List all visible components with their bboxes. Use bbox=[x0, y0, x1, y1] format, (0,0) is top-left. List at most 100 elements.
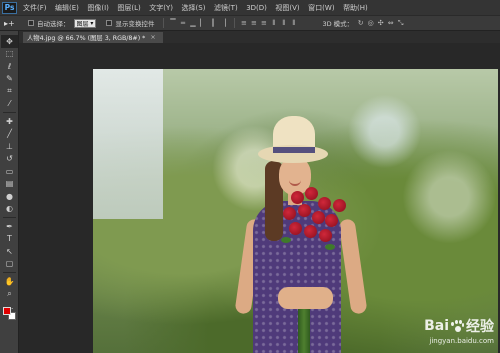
path-select-tool[interactable]: ↖ bbox=[1, 245, 18, 258]
align-middle-icon[interactable]: ═ bbox=[179, 19, 186, 27]
photo-rose bbox=[289, 222, 302, 235]
3d-roll-icon[interactable]: ◎ bbox=[367, 19, 374, 27]
photo-rose bbox=[304, 225, 317, 238]
3d-pan-icon[interactable]: ✣ bbox=[377, 19, 384, 27]
close-icon[interactable]: × bbox=[150, 34, 155, 41]
show-transform-checkbox[interactable] bbox=[106, 20, 113, 26]
photo-leaf bbox=[281, 237, 291, 243]
document-tab[interactable]: 人物4.jpg @ 66.7% (图层 3, RGB/8#) * × bbox=[23, 32, 163, 43]
type-tool[interactable]: T bbox=[1, 233, 18, 246]
align-bottom-icon[interactable]: ▁ bbox=[189, 19, 196, 27]
photo-hat-band bbox=[273, 147, 315, 153]
auto-select-checkbox[interactable] bbox=[28, 20, 34, 26]
paw-icon bbox=[451, 319, 464, 333]
marquee-icon: ⬚ bbox=[5, 49, 14, 59]
3d-slide-icon[interactable]: ⇔ bbox=[387, 19, 394, 27]
move-tool[interactable]: ✥ bbox=[1, 35, 18, 48]
auto-select-dropdown[interactable]: 图层 ▾ bbox=[73, 18, 97, 28]
menu-type[interactable]: 文字(Y) bbox=[149, 3, 173, 13]
auto-select-value: 图层 bbox=[76, 20, 89, 28]
photoshop-logo: Ps bbox=[2, 1, 17, 14]
show-transform-label: 显示变换控件 bbox=[115, 20, 155, 28]
shape-tool[interactable]: ▢ bbox=[1, 258, 18, 271]
eraser-icon: ▭ bbox=[5, 166, 14, 176]
hand-tool[interactable]: ✋ bbox=[1, 275, 18, 288]
tool-divider bbox=[3, 112, 16, 113]
foreground-color-swatch[interactable] bbox=[3, 307, 11, 315]
align-right-icon[interactable]: ▕ bbox=[219, 19, 226, 27]
lasso-tool[interactable]: ℓ bbox=[1, 60, 18, 73]
menu-3d[interactable]: 3D(D) bbox=[246, 4, 267, 12]
gradient-tool[interactable]: ▤ bbox=[1, 178, 18, 191]
distribute-middle-icon[interactable]: ≡ bbox=[250, 19, 257, 27]
distribute-top-icon[interactable]: ≡ bbox=[240, 19, 247, 27]
photo-rose bbox=[305, 187, 318, 200]
watermark-brand-left: Bai bbox=[424, 318, 449, 334]
3d-rotate-icon[interactable]: ↻ bbox=[357, 19, 364, 27]
menu-view[interactable]: 视图(V) bbox=[275, 3, 299, 13]
brush-tool[interactable]: ╱ bbox=[1, 128, 18, 141]
document-tab-bar: 人物4.jpg @ 66.7% (图层 3, RGB/8#) * × bbox=[19, 31, 500, 43]
blur-tool[interactable]: ● bbox=[1, 190, 18, 203]
photo-hands bbox=[278, 287, 333, 309]
clone-stamp-icon: ⊥ bbox=[6, 141, 13, 151]
photo-rose bbox=[318, 197, 331, 210]
quick-select-icon: ✎ bbox=[6, 74, 13, 84]
history-brush-tool[interactable]: ↺ bbox=[1, 153, 18, 166]
clone-stamp-tool[interactable]: ⊥ bbox=[1, 140, 18, 153]
dodge-icon: ◐ bbox=[6, 204, 13, 214]
type-icon: T bbox=[7, 234, 12, 244]
align-top-icon[interactable]: ▔ bbox=[169, 19, 176, 27]
menu-help[interactable]: 帮助(H) bbox=[343, 3, 368, 13]
divider bbox=[163, 18, 165, 28]
menu-file[interactable]: 文件(F) bbox=[23, 3, 47, 13]
crop-tool[interactable]: ⌗ bbox=[1, 85, 18, 98]
photo-leaf bbox=[325, 244, 335, 250]
3d-mode-buttons: ↻ ◎ ✣ ⇔ ⤡ bbox=[357, 19, 407, 27]
eyedropper-icon: ⁄ bbox=[8, 99, 11, 109]
menu-select[interactable]: 选择(S) bbox=[182, 3, 206, 13]
eyedropper-tool[interactable]: ⁄ bbox=[1, 98, 18, 111]
eraser-tool[interactable]: ▭ bbox=[1, 165, 18, 178]
menu-filter[interactable]: 滤镜(T) bbox=[214, 3, 238, 13]
menu-window[interactable]: 窗口(W) bbox=[308, 3, 334, 13]
align-center-icon[interactable]: ║ bbox=[209, 19, 216, 27]
photo-rose bbox=[298, 204, 311, 217]
distribute-center-icon[interactable]: ⦀ bbox=[280, 19, 287, 27]
shape-icon: ▢ bbox=[5, 259, 14, 269]
brush-icon: ╱ bbox=[7, 129, 12, 139]
menu-edit[interactable]: 编辑(E) bbox=[55, 3, 79, 13]
tool-divider bbox=[3, 272, 16, 273]
marquee-tool[interactable]: ⬚ bbox=[1, 48, 18, 61]
blur-icon: ● bbox=[6, 191, 13, 201]
healing-icon: ✚ bbox=[6, 116, 13, 126]
photo-rose bbox=[319, 229, 332, 242]
healing-tool[interactable]: ✚ bbox=[1, 115, 18, 128]
zoom-tool[interactable]: ⌕ bbox=[1, 288, 18, 301]
align-left-icon[interactable]: ▏ bbox=[199, 19, 206, 27]
photo-rose bbox=[312, 211, 325, 224]
quick-select-tool[interactable]: ✎ bbox=[1, 73, 18, 86]
photo-canvas[interactable] bbox=[93, 69, 498, 353]
distribute-right-icon[interactable]: ⦀ bbox=[290, 19, 297, 27]
history-brush-icon: ↺ bbox=[6, 154, 13, 164]
gradient-icon: ▤ bbox=[5, 179, 14, 189]
3d-scale-icon[interactable]: ⤡ bbox=[397, 19, 404, 27]
tools-panel: ✥ ⬚ ℓ ✎ ⌗ ⁄ ✚ ╱ ⊥ ↺ ▭ ▤ ● ◐ ✒ T ↖ ▢ ✋ ⌕ … bbox=[0, 31, 19, 353]
menu-layer[interactable]: 图层(L) bbox=[117, 3, 140, 13]
distribute-left-icon[interactable]: ⦀ bbox=[270, 19, 277, 27]
hand-icon: ✋ bbox=[4, 276, 15, 286]
distribute-bottom-icon[interactable]: ≡ bbox=[260, 19, 267, 27]
auto-select-label: 自动选择： bbox=[37, 20, 70, 28]
divider bbox=[234, 18, 236, 28]
move-tool-preset[interactable]: ▸+ bbox=[4, 19, 22, 28]
align-buttons: ▔ ═ ▁ ▏ ║ ▕ bbox=[169, 19, 229, 27]
move-icon: ✥ bbox=[6, 36, 13, 46]
dodge-tool[interactable]: ◐ bbox=[1, 203, 18, 216]
document-tab-title: 人物4.jpg @ 66.7% (图层 3, RGB/8#) * bbox=[27, 35, 146, 42]
pen-tool[interactable]: ✒ bbox=[1, 220, 18, 233]
canvas-area[interactable]: Bai 经验 jingyan.baidu.com bbox=[19, 43, 500, 353]
menu-image[interactable]: 图像(I) bbox=[87, 3, 109, 13]
photo-rose bbox=[325, 214, 338, 227]
lasso-icon: ℓ bbox=[7, 61, 12, 71]
